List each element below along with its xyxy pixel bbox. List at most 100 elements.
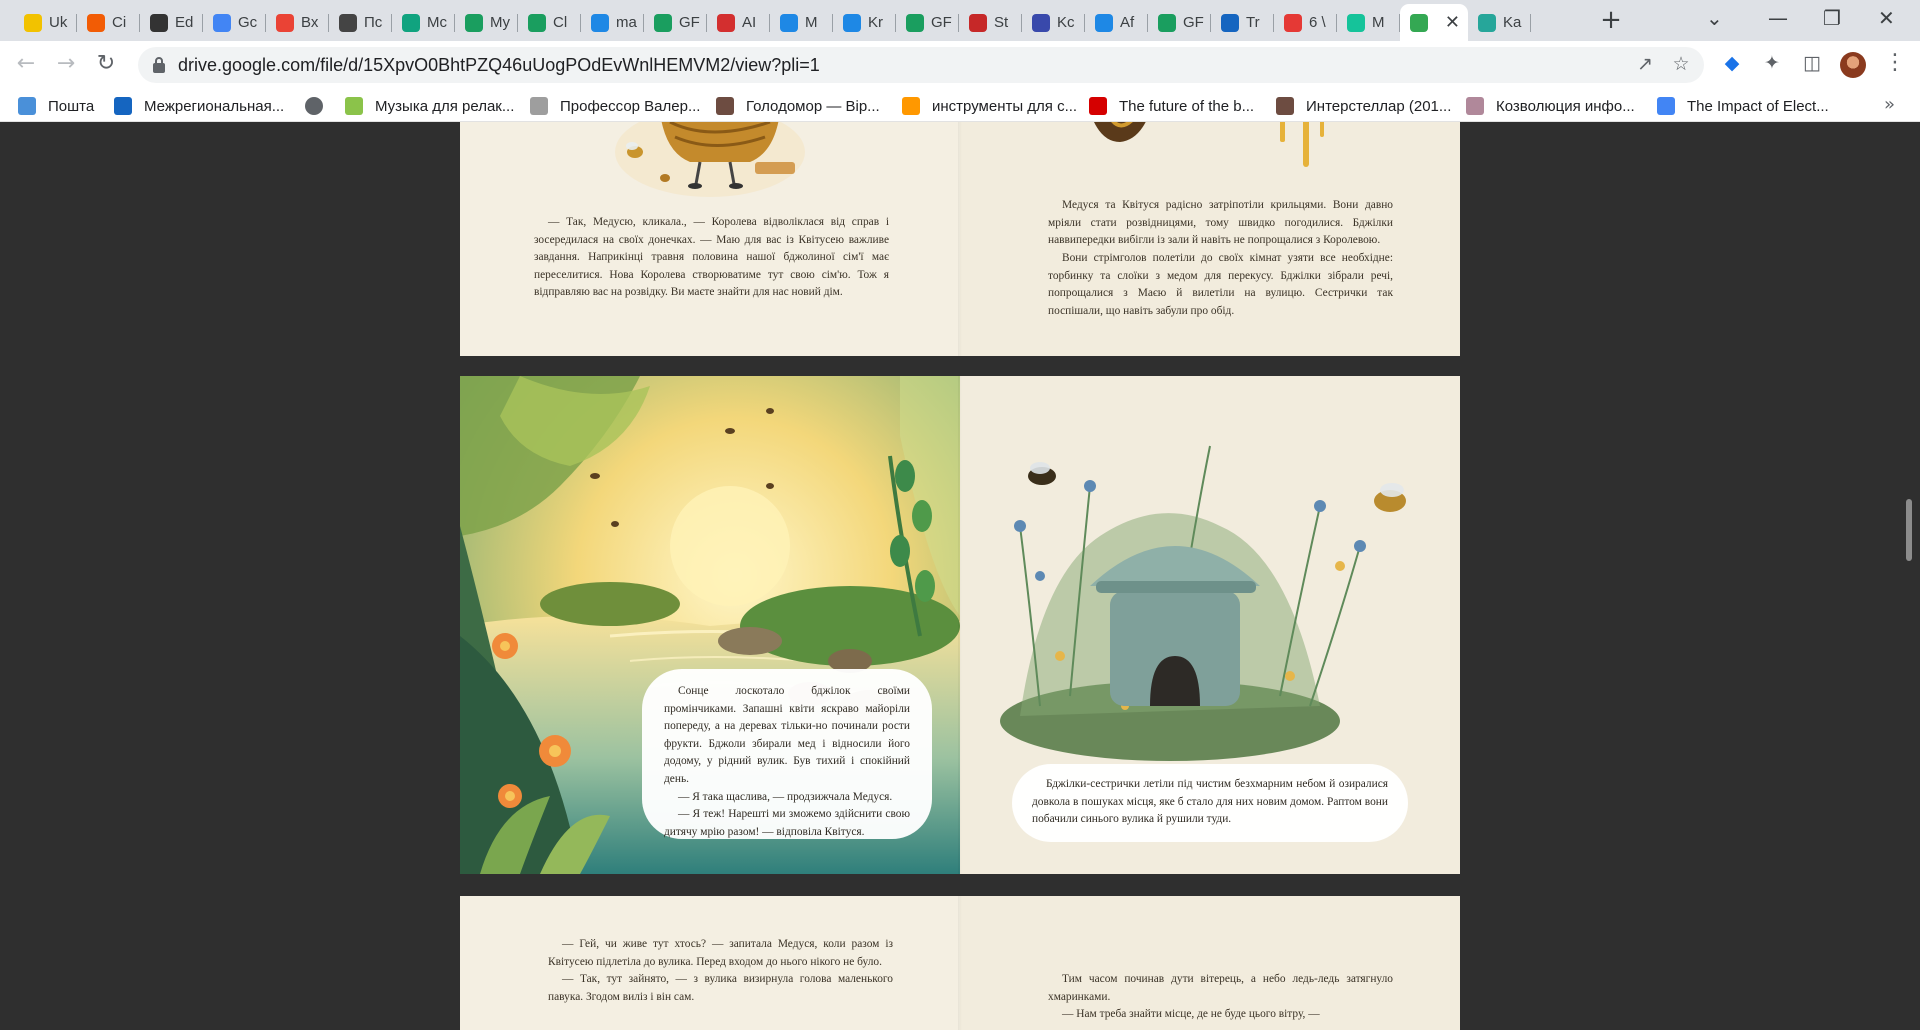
browser-tab[interactable]: AI: [707, 4, 770, 41]
browser-tab[interactable]: Uk: [14, 4, 77, 41]
book-page-left: Сонце лоскотало бджілок своїми промінчик…: [460, 376, 960, 874]
tab-label: Gc: [238, 14, 258, 31]
bookmark-item[interactable]: Профессор Валер...: [530, 95, 700, 117]
bookmark-item[interactable]: Музыка для релак...: [345, 95, 514, 117]
queen-bee-illustration: [615, 122, 805, 197]
bookmark-item[interactable]: Пошта: [18, 95, 94, 117]
tab-label: GF: [931, 14, 952, 31]
edu-crest-icon: [150, 13, 168, 32]
browser-tab[interactable]: Kr: [833, 4, 896, 41]
bird-icon: [716, 97, 734, 115]
dots-icon: [1032, 13, 1050, 32]
bookmark-item[interactable]: Интерстеллар (201...: [1276, 95, 1451, 117]
story-speech-bubble: Бджілки-сестрички летіли під чистим безх…: [1012, 764, 1408, 842]
browser-tab[interactable]: Пс: [329, 4, 392, 41]
share-icon[interactable]: ↗: [1633, 53, 1657, 77]
browser-tab[interactable]: 6 \: [1274, 4, 1337, 41]
new-tab-icon[interactable]: +: [1598, 7, 1624, 34]
scrollbar-thumb[interactable]: [1906, 499, 1912, 561]
story-paragraph-group: Тим часом починав дути вітерець, а небо …: [1048, 971, 1393, 1024]
tab-label: Вх: [301, 14, 319, 31]
browser-tab[interactable]: Mc: [392, 4, 455, 41]
browser-tab[interactable]: GF: [896, 4, 959, 41]
browser-tab[interactable]: ma: [581, 4, 644, 41]
address-bar[interactable]: drive.google.com/file/d/15XpvO0BhtPZQ46u…: [138, 47, 1704, 83]
back-arrow-icon[interactable]: ←: [12, 51, 40, 79]
bookmark-item[interactable]: Козволюция инфо...: [1466, 95, 1635, 117]
browser-tab[interactable]: Tr: [1211, 4, 1274, 41]
book-page-right: Медуся та Квітуся радісно затріпотіли кр…: [960, 122, 1460, 356]
minimize-icon[interactable]: —: [1768, 6, 1788, 30]
bookmark-star-icon[interactable]: ☆: [1669, 53, 1693, 77]
browser-tab[interactable]: Ka: [1468, 4, 1531, 41]
tab-separator: [1530, 14, 1531, 32]
book-page-right: Бджілки-сестрички летіли під чистим безх…: [960, 376, 1460, 874]
bookmark-label: Межрегиональная...: [144, 97, 285, 115]
bookmark-label: Голодомор — Вір...: [746, 97, 880, 115]
story-paragraph: — Так, Медусю, кликала., — Королева відв…: [534, 216, 889, 299]
browser-tab[interactable]: Вх: [266, 4, 329, 41]
browser-tab[interactable]: Af: [1085, 4, 1148, 41]
tab-label: Ci: [112, 14, 127, 31]
side-panel-icon[interactable]: ◫: [1800, 52, 1824, 76]
browser-tab[interactable]: M: [770, 4, 833, 41]
page-icon: [530, 97, 548, 115]
lock-icon[interactable]: [152, 56, 166, 74]
grid-icon: [1095, 13, 1113, 32]
grid-icon: [780, 13, 798, 32]
bookmark-label: Музыка для релак...: [375, 97, 515, 115]
browser-tab[interactable]: Cl: [518, 4, 581, 41]
bookmark-label: Интерстеллар (201...: [1306, 97, 1452, 115]
bookmark-item[interactable]: Голодомор — Вір...: [716, 95, 880, 117]
browser-menu-icon[interactable]: ⋮: [1884, 50, 1906, 75]
profile-avatar[interactable]: [1840, 52, 1866, 78]
tab-label: Kr: [868, 14, 883, 31]
browser-tab[interactable]: Kc: [1022, 4, 1085, 41]
browser-tab[interactable]: My: [455, 4, 518, 41]
mail-icon: [18, 97, 36, 115]
browser-tab[interactable]: St: [959, 4, 1022, 41]
browser-tab[interactable]: Gc: [203, 4, 266, 41]
tab-search-chevron-icon[interactable]: ⌄: [1706, 6, 1723, 30]
url-text[interactable]: drive.google.com/file/d/15XpvO0BhtPZQ46u…: [178, 55, 820, 76]
story-paragraph-group: — Гей, чи живе тут хтось? — запитала Мед…: [548, 936, 893, 1006]
bookmarks-overflow-icon[interactable]: »: [1884, 94, 1895, 115]
story-paragraph: — Нам треба знайти місце, де не буде цьо…: [1062, 1008, 1320, 1021]
tab-label: Kc: [1057, 14, 1075, 31]
page-gutter: [958, 376, 962, 874]
book-page-left: — Гей, чи живе тут хтось? — запитала Мед…: [460, 896, 960, 1030]
bookmark-item[interactable]: [305, 95, 335, 117]
yellow-circle-icon: [24, 13, 42, 32]
bookmark-label: Пошта: [48, 97, 95, 115]
browser-tab[interactable]: Ci: [77, 4, 140, 41]
bookmark-item[interactable]: Межрегиональная...: [114, 95, 284, 117]
pdf-viewer[interactable]: — Так, Медусю, кликала., — Королева відв…: [0, 122, 1920, 1030]
forward-arrow-icon[interactable]: →: [52, 51, 80, 79]
tab-label: 6 \: [1309, 14, 1326, 31]
bookmark-item[interactable]: инструменты для с...: [902, 95, 1077, 117]
browser-tab[interactable]: GF: [644, 4, 707, 41]
chart-logo-icon: [114, 97, 132, 115]
browser-tab[interactable]: Ed: [140, 4, 203, 41]
book-spread-1: — Так, Медусю, кликала., — Королева відв…: [460, 122, 1460, 356]
bookmark-item[interactable]: The future of the b...: [1089, 95, 1254, 117]
restore-icon[interactable]: ❐: [1823, 6, 1841, 30]
browser-tab[interactable]: GF: [1148, 4, 1211, 41]
book-page-left: — Так, Медусю, кликала., — Королева відв…: [460, 122, 960, 356]
bars-icon: [717, 13, 735, 32]
bookmarks-bar: Пошта Межрегиональная... Музыка для релак.…: [0, 89, 1920, 122]
close-window-icon[interactable]: ✕: [1878, 6, 1895, 30]
extension-diamond-icon[interactable]: ◆: [1720, 52, 1744, 76]
reload-icon[interactable]: ↻: [92, 51, 120, 79]
extensions-puzzle-icon[interactable]: ✦: [1760, 52, 1784, 76]
google-drive-icon: [1410, 13, 1428, 32]
openai-icon: [402, 13, 420, 32]
bookmark-item[interactable]: The Impact of Elect...: [1657, 95, 1829, 117]
swirl-icon: [1221, 13, 1239, 32]
browser-tab[interactable]: ✕: [1400, 4, 1468, 41]
story-paragraph: Бджілки-сестрички летіли під чистим безх…: [1032, 778, 1388, 826]
frame-icon: [1466, 97, 1484, 115]
close-tab-icon[interactable]: ✕: [1445, 12, 1460, 33]
bookmark-label: The Impact of Elect...: [1687, 97, 1829, 115]
browser-tab[interactable]: M: [1337, 4, 1400, 41]
